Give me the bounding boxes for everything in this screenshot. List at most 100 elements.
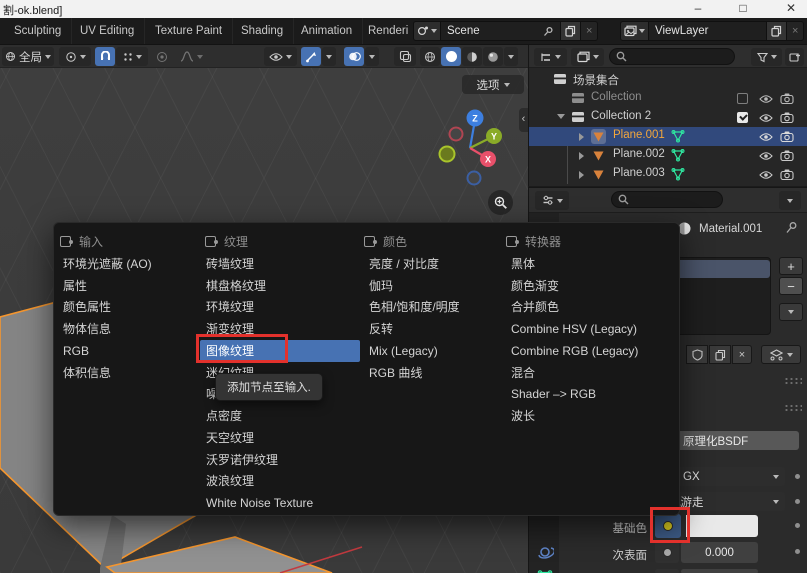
camera-icon[interactable] xyxy=(780,131,794,142)
menu-item-point-density[interactable]: 点密度 xyxy=(206,405,242,427)
camera-icon[interactable] xyxy=(780,93,794,104)
menu-item-wave-texture[interactable]: 波浪纹理 xyxy=(206,470,254,492)
outliner-row-plane001[interactable]: Plane.001 xyxy=(529,127,807,146)
properties-options-dropdown[interactable] xyxy=(779,191,801,210)
scene-copy-button[interactable] xyxy=(561,21,581,41)
xray-toggle[interactable] xyxy=(394,47,416,66)
snap-target-dropdown[interactable] xyxy=(116,47,148,66)
menu-item-sky-texture[interactable]: 天空纹理 xyxy=(206,427,254,449)
physics-tab-icon[interactable] xyxy=(536,543,554,561)
snap-toggle[interactable] xyxy=(95,47,115,66)
sidebar-collapse-tab[interactable]: ‹ xyxy=(519,108,528,132)
base-color-swatch[interactable] xyxy=(686,515,758,537)
tab-rendering[interactable]: Renderi xyxy=(358,18,418,44)
viewlayer-name-field[interactable]: ViewLayer xyxy=(649,21,767,41)
zoom-tool-button[interactable] xyxy=(488,190,513,215)
menu-item-attribute[interactable]: 属性 xyxy=(63,275,87,297)
maximize-button[interactable]: □ xyxy=(728,1,758,17)
tab-texture-paint[interactable]: Texture Paint xyxy=(145,18,233,44)
panel-grip[interactable] xyxy=(784,377,802,384)
viewlayer-copy-button[interactable] xyxy=(767,21,787,41)
menu-item-rgb[interactable]: RGB xyxy=(63,340,89,362)
navigation-gizmo[interactable]: Z Y X xyxy=(430,98,515,193)
tab-animation[interactable]: Animation xyxy=(291,18,363,44)
expand-arrow-icon[interactable] xyxy=(579,171,584,179)
eye-icon[interactable] xyxy=(759,170,773,180)
menu-item-color-attribute[interactable]: 颜色属性 xyxy=(63,296,111,318)
menu-item-voronoi-texture[interactable]: 沃罗诺伊纹理 xyxy=(206,449,278,471)
animate-dot[interactable] xyxy=(795,549,800,554)
camera-icon[interactable] xyxy=(780,112,794,123)
proportional-falloff-dropdown[interactable] xyxy=(174,47,208,66)
object-visibility-dropdown[interactable] xyxy=(264,47,297,66)
outliner-row-plane002[interactable]: Plane.002 xyxy=(529,146,807,165)
viewlayer-icon-dropdown[interactable] xyxy=(620,21,649,41)
shading-wireframe-button[interactable] xyxy=(420,47,440,66)
remove-slot-button[interactable]: − xyxy=(779,277,803,295)
menu-item-brightness-contrast[interactable]: 亮度 / 对比度 xyxy=(369,253,439,275)
menu-item-checker-texture[interactable]: 棋盘格纹理 xyxy=(206,275,266,297)
panel-grip[interactable] xyxy=(784,404,802,411)
expand-arrow-icon[interactable] xyxy=(579,133,584,141)
shading-material-button[interactable] xyxy=(462,47,482,66)
outliner-row-plane003[interactable]: Plane.003 xyxy=(529,165,807,184)
menu-item-object-info[interactable]: 物体信息 xyxy=(63,318,111,340)
gizmo-dropdown[interactable] xyxy=(322,47,336,66)
camera-icon[interactable] xyxy=(780,169,794,180)
proportional-edit-toggle[interactable] xyxy=(152,47,172,66)
eye-icon[interactable] xyxy=(759,113,773,123)
eye-icon[interactable] xyxy=(759,132,773,142)
animate-dot[interactable] xyxy=(795,499,800,504)
transform-orientation-dropdown[interactable]: 全局 xyxy=(2,47,54,66)
expand-arrow-icon[interactable] xyxy=(579,152,584,160)
show-gizmo-toggle[interactable] xyxy=(301,47,321,66)
camera-icon[interactable] xyxy=(780,150,794,161)
menu-item-combine-color[interactable]: 合并颜色 xyxy=(511,296,559,318)
slot-specials-dropdown[interactable] xyxy=(779,303,803,321)
outliner-row-collection[interactable]: Collection xyxy=(529,89,807,108)
eye-icon[interactable] xyxy=(759,151,773,161)
menu-item-brick-texture[interactable]: 砖墙纹理 xyxy=(206,253,254,275)
menu-item-mix-legacy[interactable]: Mix (Legacy) xyxy=(369,340,438,362)
outliner-display-mode-dropdown[interactable] xyxy=(534,48,567,66)
menu-item-mix[interactable]: 混合 xyxy=(511,362,535,384)
new-material-button[interactable] xyxy=(709,345,731,364)
menu-item-blackbody[interactable]: 黑体 xyxy=(511,253,535,275)
unlink-material-button[interactable]: × xyxy=(732,345,752,364)
animate-dot[interactable] xyxy=(795,523,800,528)
tab-sculpting[interactable]: Sculpting xyxy=(4,18,72,44)
expand-arrow-icon[interactable] xyxy=(557,114,565,119)
subsurface-socket[interactable] xyxy=(655,541,679,563)
menu-item-gamma[interactable]: 伽玛 xyxy=(369,275,393,297)
menu-item-volume-info[interactable]: 体积信息 xyxy=(63,362,111,384)
show-overlays-toggle[interactable] xyxy=(344,47,364,66)
new-collection-button[interactable] xyxy=(785,48,804,66)
collection-checkbox[interactable] xyxy=(737,112,748,123)
menu-item-rgb-curves[interactable]: RGB 曲线 xyxy=(369,362,422,384)
menu-item-invert[interactable]: 反转 xyxy=(369,318,393,340)
subsurface-value-field[interactable]: 0.000 xyxy=(681,542,758,563)
scene-name-field[interactable]: Scene xyxy=(441,21,561,41)
outliner-row-collection2[interactable]: Collection 2 xyxy=(529,108,807,127)
collection-checkbox[interactable] xyxy=(737,93,748,104)
menu-item-hue-saturation[interactable]: 色相/饱和度/明度 xyxy=(369,296,460,318)
eye-icon[interactable] xyxy=(759,94,773,104)
menu-item-combine-rgb-legacy[interactable]: Combine RGB (Legacy) xyxy=(511,340,638,362)
add-slot-button[interactable]: + xyxy=(779,257,803,275)
animate-dot[interactable] xyxy=(795,474,800,479)
menu-item-wavelength[interactable]: 波长 xyxy=(511,405,535,427)
pin-icon[interactable] xyxy=(543,26,554,37)
minimize-button[interactable]: – xyxy=(683,1,713,17)
options-dropdown[interactable]: 选项 xyxy=(462,75,524,94)
properties-search-input[interactable] xyxy=(611,191,723,208)
menu-item-combine-hsv-legacy[interactable]: Combine HSV (Legacy) xyxy=(511,318,637,340)
outliner-library-dropdown[interactable] xyxy=(571,48,604,66)
pivot-point-dropdown[interactable] xyxy=(59,47,91,66)
close-button[interactable]: ✕ xyxy=(776,1,806,17)
shading-rendered-button[interactable] xyxy=(483,47,503,66)
editor-type-dropdown[interactable] xyxy=(535,191,569,210)
shading-solid-button[interactable] xyxy=(441,47,461,66)
scene-unlink-button[interactable]: × xyxy=(581,21,598,41)
tab-shading[interactable]: Shading xyxy=(231,18,294,44)
fake-user-button[interactable] xyxy=(686,345,708,364)
